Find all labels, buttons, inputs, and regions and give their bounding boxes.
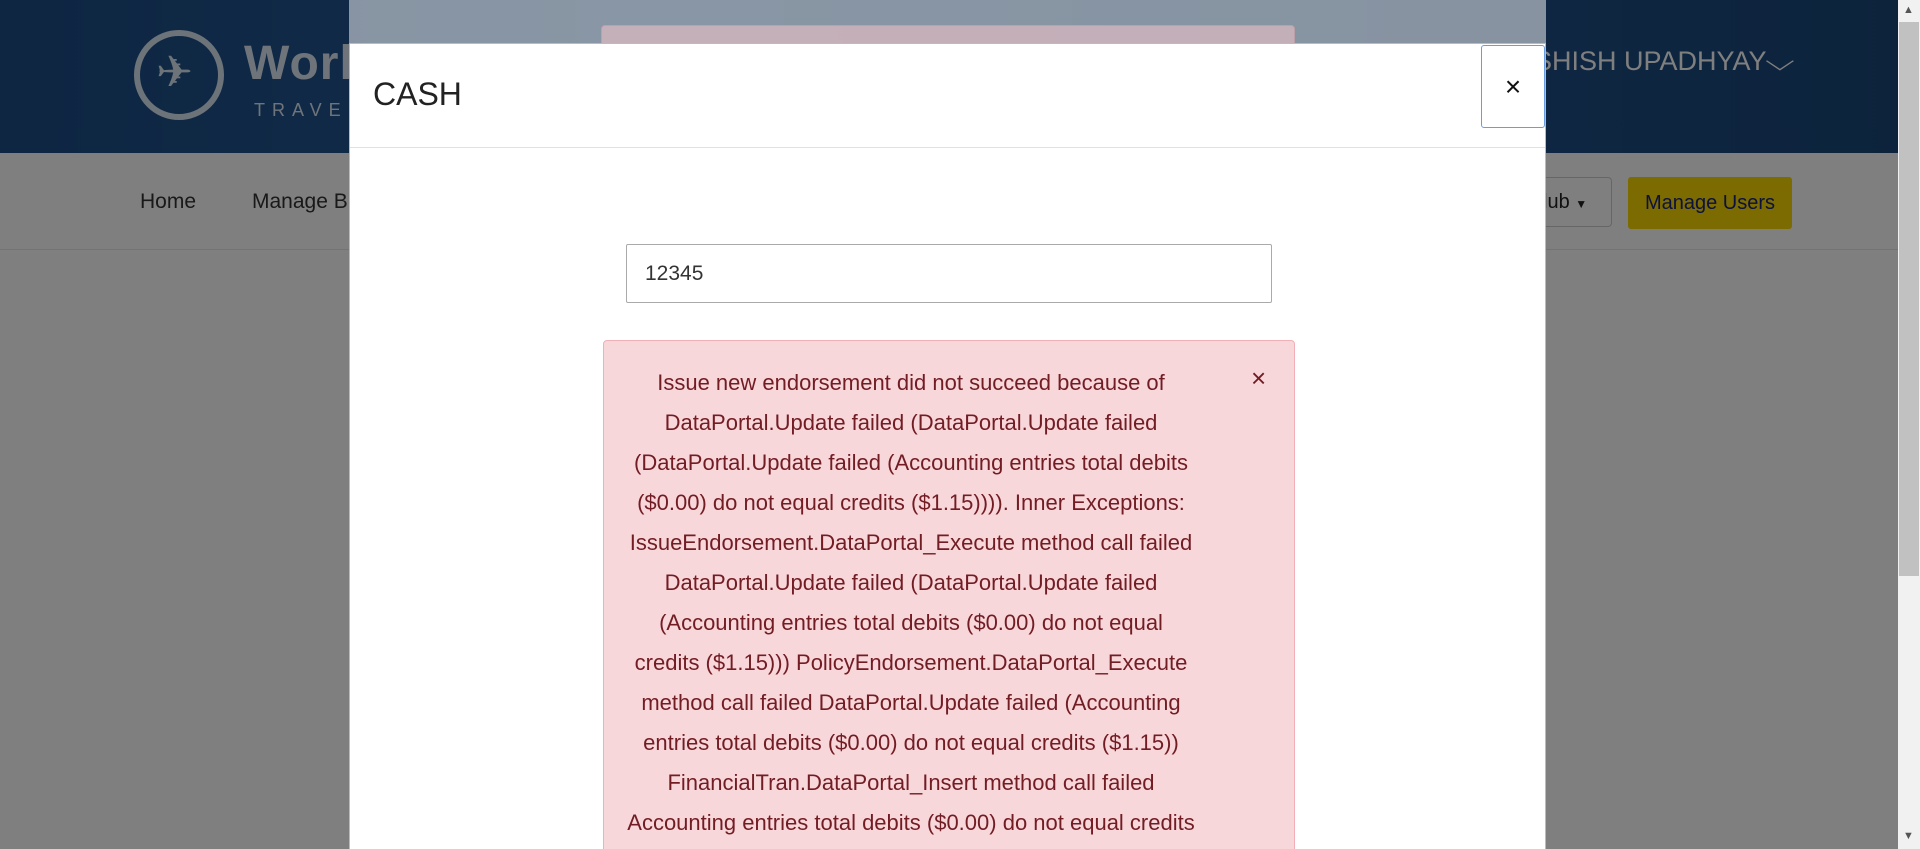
alert-close-icon[interactable]: × [1251,363,1266,393]
modal-header: CASH × [350,44,1545,148]
modal-title: CASH [373,76,462,112]
cash-modal: CASH × Issue new endorsement did not suc… [349,43,1546,849]
modal-close-button[interactable]: × [1481,45,1545,128]
scrollbar-thumb[interactable] [1899,22,1919,576]
scroll-up-arrow-icon[interactable]: ▲ [1903,4,1914,16]
error-alert: Issue new endorsement did not succeed be… [603,340,1295,849]
error-alert-message: Issue new endorsement did not succeed be… [627,370,1195,835]
amount-input[interactable] [626,244,1272,303]
scroll-down-arrow-icon[interactable]: ▼ [1903,830,1914,842]
